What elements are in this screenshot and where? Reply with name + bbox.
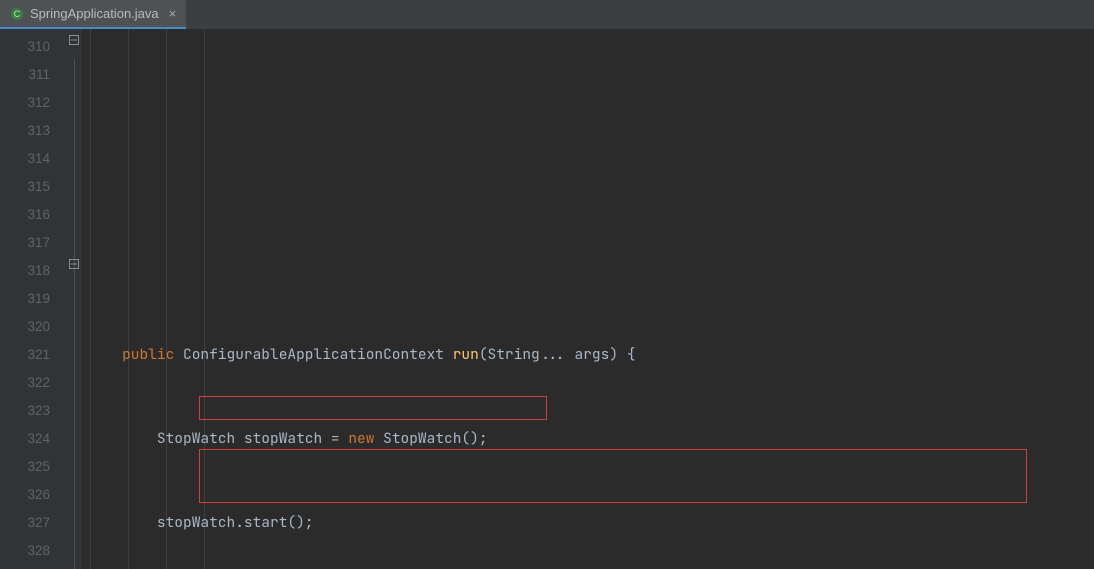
line-number: 317 — [0, 229, 68, 257]
code-line: public ConfigurableApplicationContext ru… — [96, 341, 1094, 369]
line-number: 325 — [0, 453, 68, 481]
file-tab-label: SpringApplication.java — [30, 6, 159, 21]
file-tab[interactable]: C SpringApplication.java × — [0, 0, 186, 29]
line-number: 316 — [0, 201, 68, 229]
line-number: 319 — [0, 285, 68, 313]
fold-guide — [74, 59, 75, 569]
java-class-icon: C — [10, 7, 24, 21]
highlight-box — [199, 449, 1027, 503]
line-number: 315 — [0, 173, 68, 201]
line-number: 324 — [0, 425, 68, 453]
line-number: 326 — [0, 481, 68, 509]
editor-shell: 3103113123133143153163173183193203213223… — [0, 29, 1094, 569]
line-number: 313 — [0, 117, 68, 145]
close-icon[interactable]: × — [169, 6, 177, 21]
line-number: 321 — [0, 341, 68, 369]
line-number: 312 — [0, 89, 68, 117]
line-number: 318 — [0, 257, 68, 285]
fold-marker-icon[interactable] — [69, 35, 79, 48]
line-number: 320 — [0, 313, 68, 341]
code-area[interactable]: public ConfigurableApplicationContext ru… — [82, 29, 1094, 569]
line-number: 311 — [0, 61, 68, 89]
line-number: 322 — [0, 369, 68, 397]
line-number: 328 — [0, 537, 68, 565]
editor-tab-bar: C SpringApplication.java × — [0, 0, 1094, 29]
fold-marker-icon[interactable] — [69, 259, 79, 272]
svg-text:C: C — [14, 9, 21, 19]
code-line: StopWatch stopWatch = new StopWatch(); — [96, 425, 1094, 453]
highlight-box — [199, 396, 547, 420]
fold-strip[interactable] — [68, 29, 82, 569]
line-number: 327 — [0, 509, 68, 537]
code-line: stopWatch.start(); — [96, 509, 1094, 537]
line-number-gutter[interactable]: 3103113123133143153163173183193203213223… — [0, 29, 68, 569]
line-number: 310 — [0, 33, 68, 61]
line-number: 323 — [0, 397, 68, 425]
line-number: 314 — [0, 145, 68, 173]
